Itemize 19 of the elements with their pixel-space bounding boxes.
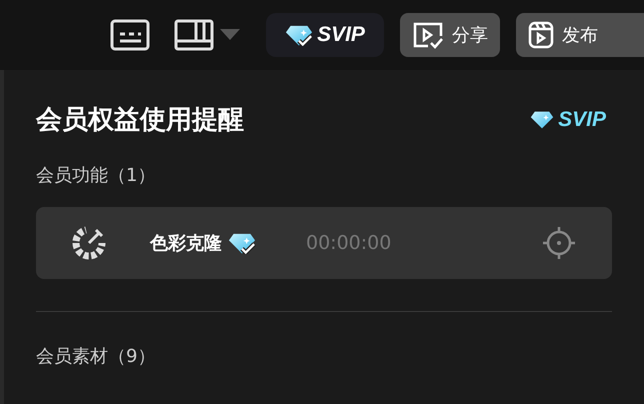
svip-label: SVIP (530, 108, 606, 132)
publish-button[interactable]: 发布 (516, 13, 644, 57)
video-check-icon (412, 21, 444, 49)
locate-icon[interactable] (542, 226, 576, 260)
diamond-icon (530, 110, 554, 130)
popover-title: 会员权益使用提醒 (36, 104, 244, 137)
section-heading: 会员功能（1） (36, 164, 156, 187)
feature-name: 色彩克隆 (150, 232, 222, 255)
caret-icon[interactable] (220, 29, 240, 41)
time-text: 00:00:00 (306, 232, 392, 254)
diamond-icon (285, 24, 314, 46)
diamond-icon (228, 232, 256, 254)
color-picker-icon (72, 226, 106, 260)
layout-icon[interactable] (174, 19, 214, 51)
video-icon (528, 21, 554, 49)
share-button[interactable]: 分享 (400, 13, 500, 57)
subtitle-icon[interactable] (110, 19, 150, 51)
section-heading: 会员素材（9） (36, 345, 156, 368)
svip-button[interactable]: SVIP (266, 13, 384, 57)
